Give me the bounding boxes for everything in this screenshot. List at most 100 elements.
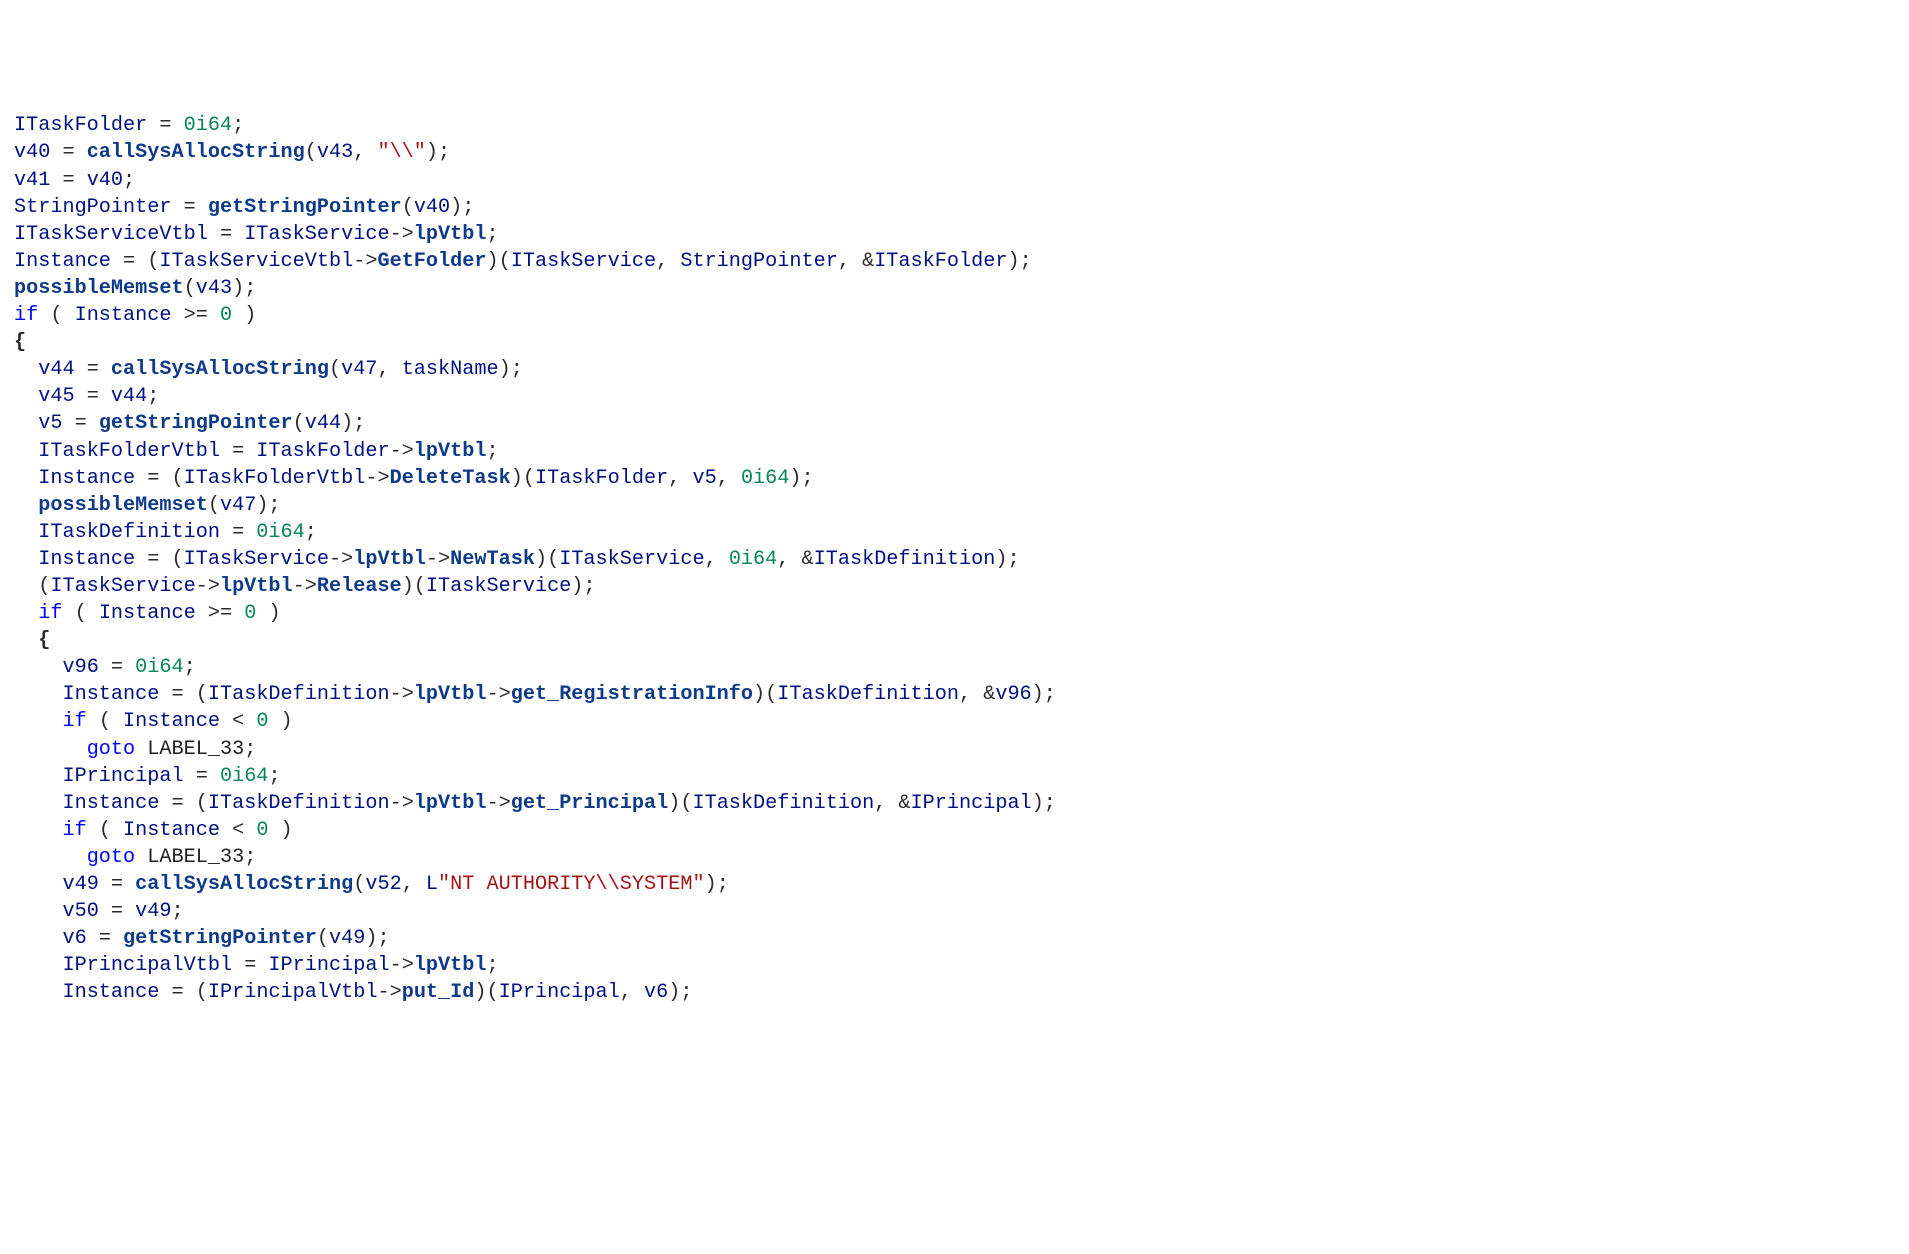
code-token: ; bbox=[123, 169, 135, 192]
code-line: Instance = (IPrincipalVtbl->put_Id)(IPri… bbox=[14, 979, 1895, 1006]
code-token: -> bbox=[293, 575, 317, 598]
code-token: , & bbox=[959, 683, 995, 706]
code-token: )( bbox=[535, 548, 559, 571]
code-token: = bbox=[75, 385, 111, 408]
code-token: "NT AUTHORITY\\SYSTEM" bbox=[438, 873, 705, 896]
code-token: ; bbox=[184, 656, 196, 679]
code-line: Instance = (ITaskDefinition->lpVtbl->get… bbox=[14, 681, 1895, 708]
code-token: ITaskFolderVtbl bbox=[38, 440, 220, 463]
code-token: ( bbox=[14, 575, 50, 598]
code-token: )( bbox=[487, 250, 511, 273]
code-token: StringPointer bbox=[680, 250, 838, 273]
code-line: ITaskFolder = 0i64; bbox=[14, 112, 1895, 139]
code-token: L bbox=[426, 873, 438, 896]
code-token: , bbox=[668, 467, 692, 490]
code-token: -> bbox=[487, 683, 511, 706]
code-token: possibleMemset bbox=[38, 494, 208, 517]
code-token: = bbox=[50, 141, 86, 164]
code-line: ITaskFolderVtbl = ITaskFolder->lpVtbl; bbox=[14, 438, 1895, 465]
code-token: 0i64 bbox=[741, 467, 789, 490]
code-token: v50 bbox=[62, 900, 98, 923]
code-token bbox=[135, 738, 147, 761]
code-token: -> bbox=[365, 467, 389, 490]
code-token: ); bbox=[365, 927, 389, 950]
code-token: v52 bbox=[365, 873, 401, 896]
code-token: 0 bbox=[256, 710, 268, 733]
code-token: , bbox=[377, 358, 401, 381]
code-token: ITaskFolder bbox=[14, 114, 147, 137]
code-line: possibleMemset(v43); bbox=[14, 275, 1895, 302]
code-token bbox=[14, 954, 62, 977]
code-token: -> bbox=[426, 548, 450, 571]
code-line: goto LABEL_33; bbox=[14, 844, 1895, 871]
code-token: ); bbox=[499, 358, 523, 381]
code-line: Instance = (ITaskDefinition->lpVtbl->get… bbox=[14, 790, 1895, 817]
code-token: ); bbox=[450, 196, 474, 219]
code-line: if ( Instance < 0 ) bbox=[14, 708, 1895, 735]
code-token: < bbox=[220, 710, 256, 733]
code-token: ITaskService bbox=[511, 250, 656, 273]
code-token: )( bbox=[511, 467, 535, 490]
code-token: = ( bbox=[111, 250, 159, 273]
code-token bbox=[135, 846, 147, 869]
code-token: 0i64 bbox=[729, 548, 777, 571]
code-line: { bbox=[14, 627, 1895, 654]
code-token: lpVtbl bbox=[353, 548, 426, 571]
code-token: IPrincipal bbox=[62, 765, 183, 788]
code-token bbox=[14, 385, 38, 408]
code-token bbox=[14, 629, 38, 652]
code-token: , bbox=[353, 141, 377, 164]
code-token bbox=[14, 440, 38, 463]
code-token: Release bbox=[317, 575, 402, 598]
code-token: GetFolder bbox=[377, 250, 486, 273]
code-token: , & bbox=[777, 548, 813, 571]
code-token: ); bbox=[705, 873, 729, 896]
code-token: , & bbox=[874, 792, 910, 815]
code-token: = ( bbox=[159, 792, 207, 815]
code-token: ); bbox=[1007, 250, 1031, 273]
code-token: -> bbox=[390, 440, 414, 463]
code-line: if ( Instance >= 0 ) bbox=[14, 600, 1895, 627]
code-token: Instance bbox=[62, 981, 159, 1004]
code-token: v6 bbox=[62, 927, 86, 950]
code-line: goto LABEL_33; bbox=[14, 736, 1895, 763]
code-token: -> bbox=[196, 575, 220, 598]
code-token: < bbox=[220, 819, 256, 842]
code-token: ITaskDefinition bbox=[208, 792, 390, 815]
code-line: if ( Instance >= 0 ) bbox=[14, 302, 1895, 329]
code-token bbox=[14, 819, 62, 842]
code-token: v44 bbox=[305, 412, 341, 435]
code-token: ITaskDefinition bbox=[38, 521, 220, 544]
code-token bbox=[14, 792, 62, 815]
code-token: , bbox=[705, 548, 729, 571]
code-token: ); bbox=[571, 575, 595, 598]
code-token: lpVtbl bbox=[414, 954, 487, 977]
code-token: -> bbox=[390, 792, 414, 815]
code-token: )( bbox=[402, 575, 426, 598]
code-token: if bbox=[14, 304, 38, 327]
code-token: = bbox=[147, 114, 183, 137]
code-token: v96 bbox=[995, 683, 1031, 706]
code-token: = bbox=[99, 900, 135, 923]
code-token: get_RegistrationInfo bbox=[511, 683, 753, 706]
code-token: = ( bbox=[135, 467, 183, 490]
code-token: ) bbox=[268, 710, 292, 733]
code-token: put_Id bbox=[402, 981, 475, 1004]
code-token: ; bbox=[486, 440, 498, 463]
code-line: v41 = v40; bbox=[14, 167, 1895, 194]
code-token: , bbox=[620, 981, 644, 1004]
code-token: ; bbox=[305, 521, 317, 544]
code-line: ITaskServiceVtbl = ITaskService->lpVtbl; bbox=[14, 221, 1895, 248]
code-token: ITaskService bbox=[50, 575, 195, 598]
code-token: ; bbox=[244, 738, 256, 761]
code-token: v40 bbox=[87, 169, 123, 192]
code-line: IPrincipalVtbl = IPrincipal->lpVtbl; bbox=[14, 952, 1895, 979]
code-token bbox=[14, 521, 38, 544]
code-token: v41 bbox=[14, 169, 50, 192]
code-token: Instance bbox=[62, 683, 159, 706]
code-token: v5 bbox=[38, 412, 62, 435]
code-token: IPrincipal bbox=[911, 792, 1032, 815]
code-token: v40 bbox=[414, 196, 450, 219]
code-token: ; bbox=[486, 223, 498, 246]
code-token: goto bbox=[87, 846, 135, 869]
